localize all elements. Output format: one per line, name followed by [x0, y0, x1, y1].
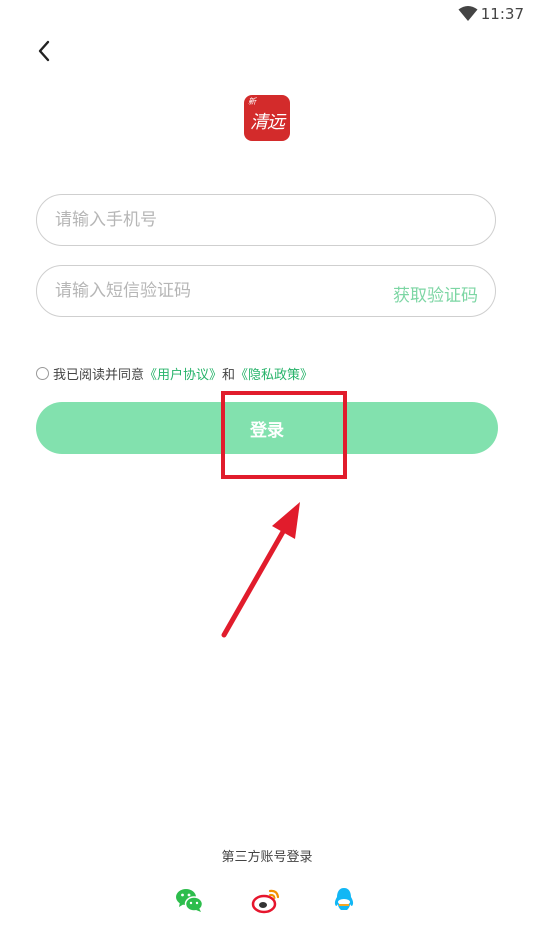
phone-input[interactable] — [55, 195, 475, 245]
agreement-row: 我已阅读并同意 《用户协议》 和 《隐私政策》 — [36, 364, 313, 383]
sms-code-field[interactable]: 获取验证码 — [36, 265, 496, 317]
privacy-policy-link[interactable]: 《隐私政策》 — [235, 364, 313, 383]
app-logo: 新 清远 — [244, 95, 290, 141]
user-agreement-link[interactable]: 《用户协议》 — [144, 364, 222, 383]
wifi-icon — [458, 6, 478, 21]
phone-field[interactable] — [36, 194, 496, 246]
qq-icon[interactable] — [329, 885, 359, 915]
status-bar: 11:37 — [0, 0, 534, 28]
get-code-button[interactable]: 获取验证码 — [393, 281, 478, 306]
sms-code-input[interactable] — [55, 266, 375, 316]
agreement-checkbox[interactable] — [36, 366, 49, 380]
wechat-icon[interactable] — [174, 885, 204, 915]
third-party-login-title: 第三方账号登录 — [221, 850, 313, 865]
annotation-highlight-box — [221, 391, 347, 479]
agreement-joiner: 和 — [222, 367, 236, 383]
agreement-prefix: 我已阅读并同意 — [53, 367, 145, 383]
weibo-icon[interactable] — [251, 885, 281, 915]
status-time: 11:37 — [480, 5, 524, 23]
back-icon[interactable] — [34, 38, 56, 64]
